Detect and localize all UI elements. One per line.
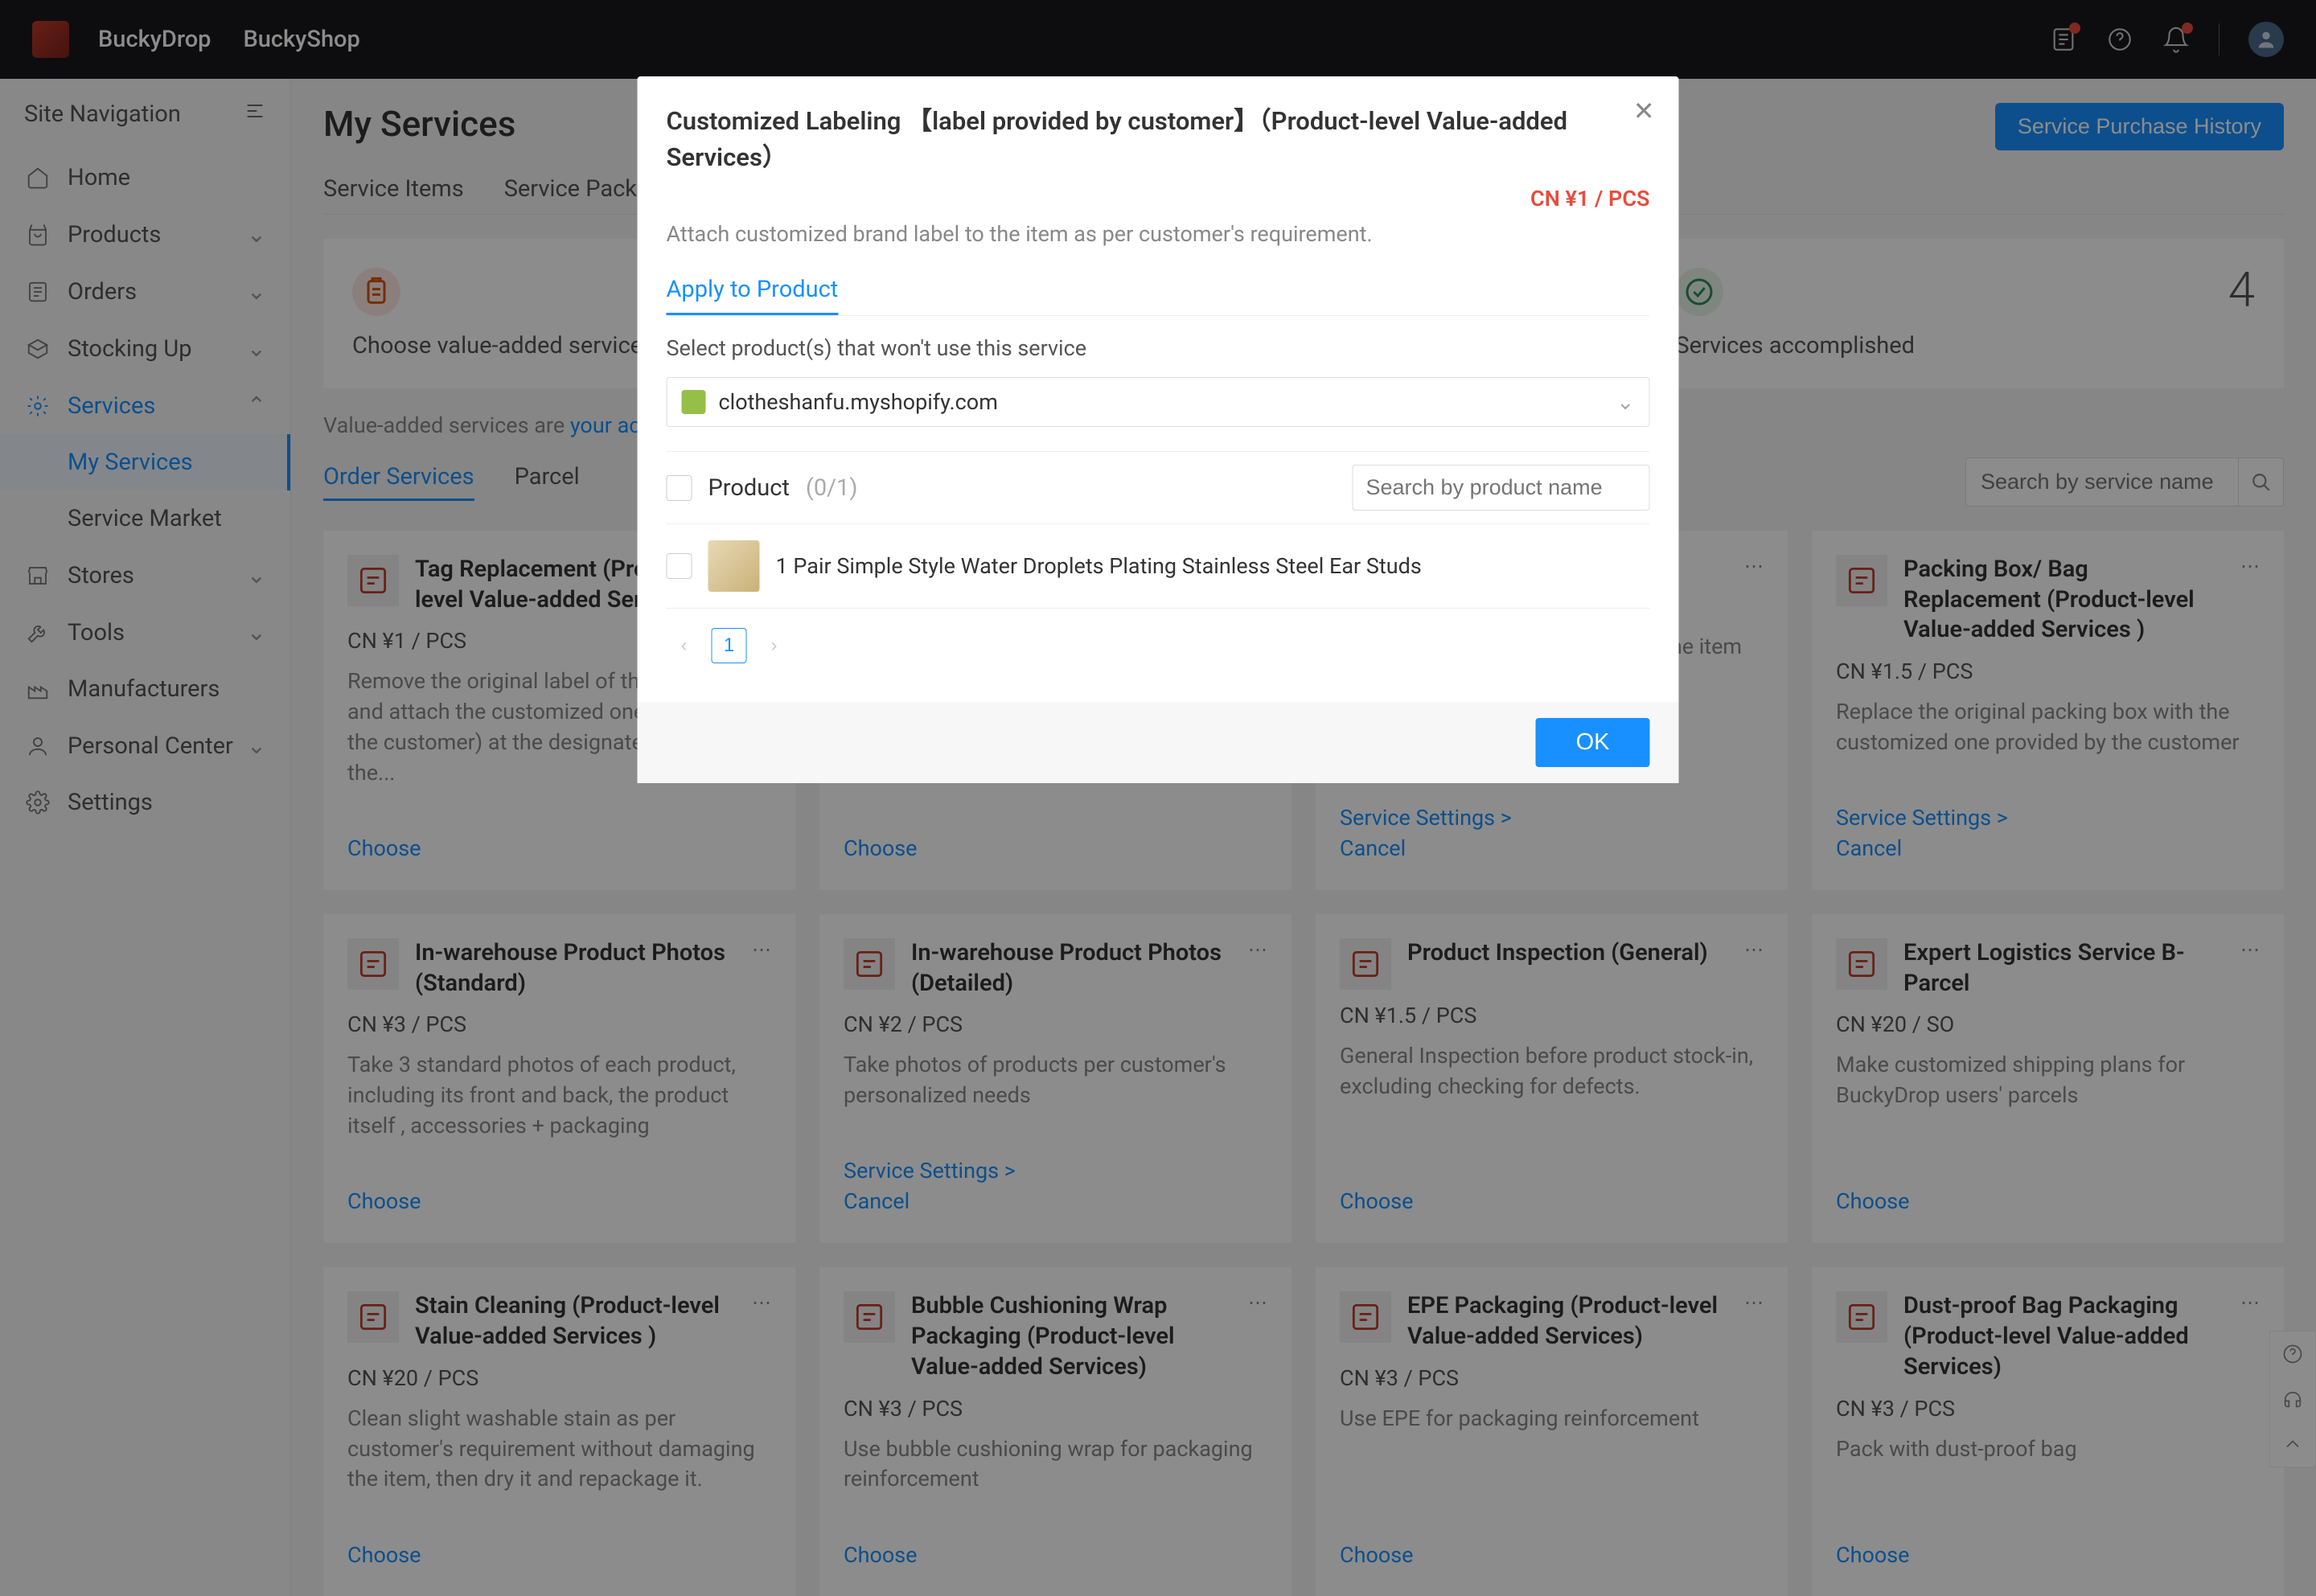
store-name: clotheshanfu.myshopify.com: [719, 389, 998, 415]
select-all-checkbox[interactable]: [667, 475, 692, 501]
product-label: Product: [708, 474, 790, 502]
modal-subtitle: Attach customized brand label to the ite…: [667, 221, 1650, 247]
product-checkbox[interactable]: [667, 553, 692, 579]
store-select[interactable]: clotheshanfu.myshopify.com ⌄: [667, 377, 1650, 427]
ok-button[interactable]: OK: [1536, 718, 1650, 767]
pagination: ‹ 1 ›: [667, 608, 1650, 683]
shopify-icon: [682, 390, 706, 414]
chevron-down-icon: ⌄: [1616, 389, 1635, 415]
product-row[interactable]: 1 Pair Simple Style Water Droplets Plati…: [667, 523, 1650, 608]
product-search-input[interactable]: [1353, 465, 1650, 511]
product-image: [708, 540, 760, 592]
modal-footer: OK: [638, 702, 1679, 783]
modal-price: CN ¥1 / PCS: [1530, 186, 1649, 211]
modal-tab-apply[interactable]: Apply to Product: [667, 266, 839, 315]
pager-page-1[interactable]: 1: [712, 628, 747, 663]
modal-close-button[interactable]: ✕: [1633, 96, 1655, 126]
product-name: 1 Pair Simple Style Water Droplets Plati…: [776, 553, 1422, 579]
pager-prev[interactable]: ‹: [667, 628, 702, 663]
product-list-header: Product (0/1): [667, 451, 1650, 523]
modal: ✕ Customized Labeling 【label provided by…: [638, 76, 1679, 783]
pager-next[interactable]: ›: [757, 628, 792, 663]
modal-title: Customized Labeling 【label provided by c…: [667, 101, 1650, 173]
modal-hint: Select product(s) that won't use this se…: [667, 335, 1650, 361]
product-count: (0/1): [806, 474, 858, 502]
